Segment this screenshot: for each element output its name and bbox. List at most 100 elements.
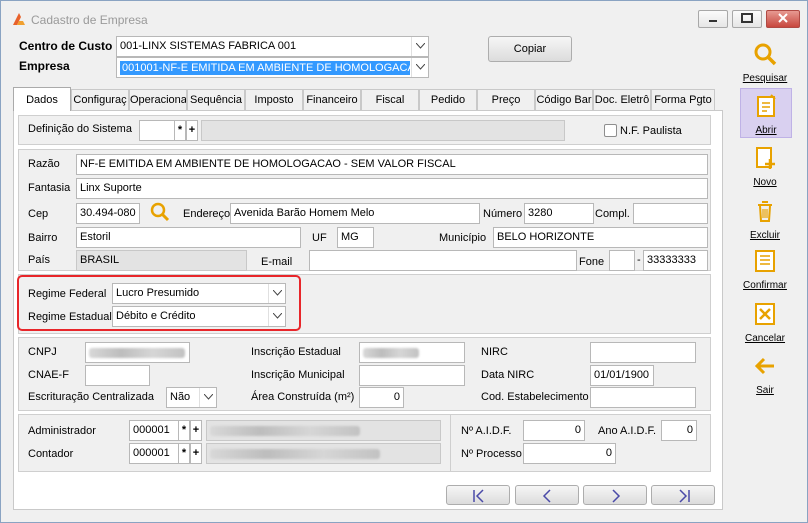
plus-add-button[interactable]: + xyxy=(186,120,198,141)
compl-input[interactable] xyxy=(633,203,708,224)
minimize-button[interactable] xyxy=(698,10,728,28)
previous-record-button[interactable] xyxy=(515,485,579,505)
contador-name xyxy=(206,443,441,464)
definicao-sistema-input[interactable] xyxy=(139,120,175,141)
tab-configuracao[interactable]: Configuraç xyxy=(71,89,129,111)
inscricao-estadual-input[interactable] xyxy=(359,342,465,363)
excluir-button[interactable]: Excluir xyxy=(735,198,795,241)
administrador-label: Administrador xyxy=(28,425,96,437)
data-nirc-label: Data NIRC xyxy=(481,369,535,381)
ano-aidf-input[interactable]: 0 xyxy=(661,420,697,441)
search-icon[interactable] xyxy=(149,201,171,223)
escrituracao-select[interactable]: Não xyxy=(166,387,217,408)
nf-paulista-checkbox[interactable] xyxy=(604,124,617,137)
sair-label: Sair xyxy=(756,385,774,396)
bairro-input[interactable]: Estoril xyxy=(76,227,301,248)
administrador-code-input[interactable]: 000001 xyxy=(129,420,179,441)
tab-preco[interactable]: Preço xyxy=(477,89,535,111)
data-nirc-input[interactable]: 01/01/1900 xyxy=(590,365,654,386)
first-record-button[interactable] xyxy=(446,485,510,505)
pais-input: BRASIL xyxy=(76,250,247,271)
abrir-button[interactable]: Abrir xyxy=(740,88,792,138)
app-logo-icon xyxy=(13,13,25,25)
next-record-button[interactable] xyxy=(583,485,647,505)
aidf-input[interactable]: 0 xyxy=(523,420,585,441)
area-construida-input[interactable]: 0 xyxy=(359,387,404,408)
nirc-input[interactable] xyxy=(590,342,696,363)
confirmar-button[interactable]: Confirmar xyxy=(735,248,795,291)
cnpj-label: CNPJ xyxy=(28,346,57,358)
contador-label: Contador xyxy=(28,448,74,460)
email-input[interactable] xyxy=(309,250,577,271)
close-button[interactable] xyxy=(766,10,800,28)
fantasia-input[interactable]: Linx Suporte xyxy=(76,178,708,199)
uf-input[interactable]: MG xyxy=(337,227,374,248)
tab-financeiro[interactable]: Financeiro xyxy=(303,89,361,111)
maximize-icon xyxy=(741,13,753,23)
minimize-icon xyxy=(709,20,717,22)
novo-label: Novo xyxy=(753,177,777,188)
municipio-input[interactable]: BELO HORIZONTE xyxy=(493,227,708,248)
definicao-sistema-desc xyxy=(201,120,565,141)
open-document-icon xyxy=(757,94,776,117)
title-bar: Cadastro de Empresa xyxy=(1,1,807,35)
next-icon xyxy=(612,489,621,503)
cep-input[interactable]: 30.494-080 xyxy=(76,203,140,224)
star-lookup-button[interactable]: * xyxy=(178,443,190,464)
endereco-input[interactable]: Avenida Barão Homem Melo xyxy=(230,203,480,224)
numero-label: Número xyxy=(483,208,523,220)
empresa-label: Empresa xyxy=(19,59,70,73)
chevron-down-icon xyxy=(199,388,216,407)
escrituracao-value: Não xyxy=(170,391,191,403)
last-record-button[interactable] xyxy=(651,485,715,505)
cnae-input[interactable] xyxy=(85,365,150,386)
definicao-sistema-label: Definição do Sistema xyxy=(28,123,132,135)
tab-dados[interactable]: Dados xyxy=(13,87,71,111)
empresa-select[interactable]: 001001-NF-E EMITIDA EM AMBIENTE DE HOMOL… xyxy=(116,57,429,78)
contador-code-input[interactable]: 000001 xyxy=(129,443,179,464)
tab-imposto[interactable]: Imposto xyxy=(245,89,303,111)
razao-input[interactable]: NF-E EMITIDA EM AMBIENTE DE HOMOLOGACAO … xyxy=(76,154,708,175)
razao-label: Razão xyxy=(28,158,60,170)
inscricao-estadual-label: Inscrição Estadual xyxy=(251,346,341,358)
plus-add-button[interactable]: + xyxy=(190,420,202,441)
copiar-button[interactable]: Copiar xyxy=(488,36,572,62)
tab-operacional[interactable]: Operaciona xyxy=(129,89,187,111)
trash-icon xyxy=(758,201,772,222)
confirm-document-icon xyxy=(755,250,775,272)
cnae-label: CNAE-F xyxy=(28,369,69,381)
window-title: Cadastro de Empresa xyxy=(31,13,148,27)
fone-ddd-input[interactable] xyxy=(609,250,635,271)
cnpj-input[interactable] xyxy=(85,342,190,363)
fone-input[interactable]: 33333333 xyxy=(643,250,708,271)
cod-estabelecimento-input[interactable] xyxy=(590,387,696,408)
centro-custo-label: Centro de Custo xyxy=(19,39,113,53)
ano-aidf-label: Ano A.I.D.F. xyxy=(598,425,657,437)
novo-button[interactable]: Novo xyxy=(735,145,795,188)
tab-fiscal[interactable]: Fiscal xyxy=(361,89,419,111)
star-lookup-button[interactable]: * xyxy=(174,120,186,141)
tab-sequencia[interactable]: Sequência xyxy=(187,89,245,111)
tab-pedido[interactable]: Pedido xyxy=(419,89,477,111)
fantasia-label: Fantasia xyxy=(28,182,71,194)
compl-label: Compl. xyxy=(595,208,630,220)
chevron-down-icon xyxy=(411,58,428,77)
cod-estabelecimento-label: Cod. Estabelecimento xyxy=(481,391,589,403)
cancel-icon xyxy=(755,303,775,325)
cancelar-button[interactable]: Cancelar xyxy=(735,301,795,344)
close-icon xyxy=(778,13,788,23)
sair-button[interactable]: Sair xyxy=(735,353,795,396)
numero-input[interactable]: 3280 xyxy=(524,203,594,224)
maximize-button[interactable] xyxy=(732,10,762,28)
plus-add-button[interactable]: + xyxy=(190,443,202,464)
pesquisar-button[interactable]: Pesquisar xyxy=(735,41,795,84)
fone-separator: - xyxy=(637,254,641,266)
tab-forma-pgto[interactable]: Forma Pgto xyxy=(651,89,715,111)
inscricao-municipal-input[interactable] xyxy=(359,365,465,386)
centro-custo-select[interactable]: 001-LINX SISTEMAS FABRICA 001 xyxy=(116,36,429,57)
tab-doc-eletronico[interactable]: Doc. Eletrô xyxy=(593,89,651,111)
star-lookup-button[interactable]: * xyxy=(178,420,190,441)
processo-input[interactable]: 0 xyxy=(523,443,616,464)
nirc-label: NIRC xyxy=(481,346,508,358)
tab-codigo-barras[interactable]: Código Bar xyxy=(535,89,593,111)
